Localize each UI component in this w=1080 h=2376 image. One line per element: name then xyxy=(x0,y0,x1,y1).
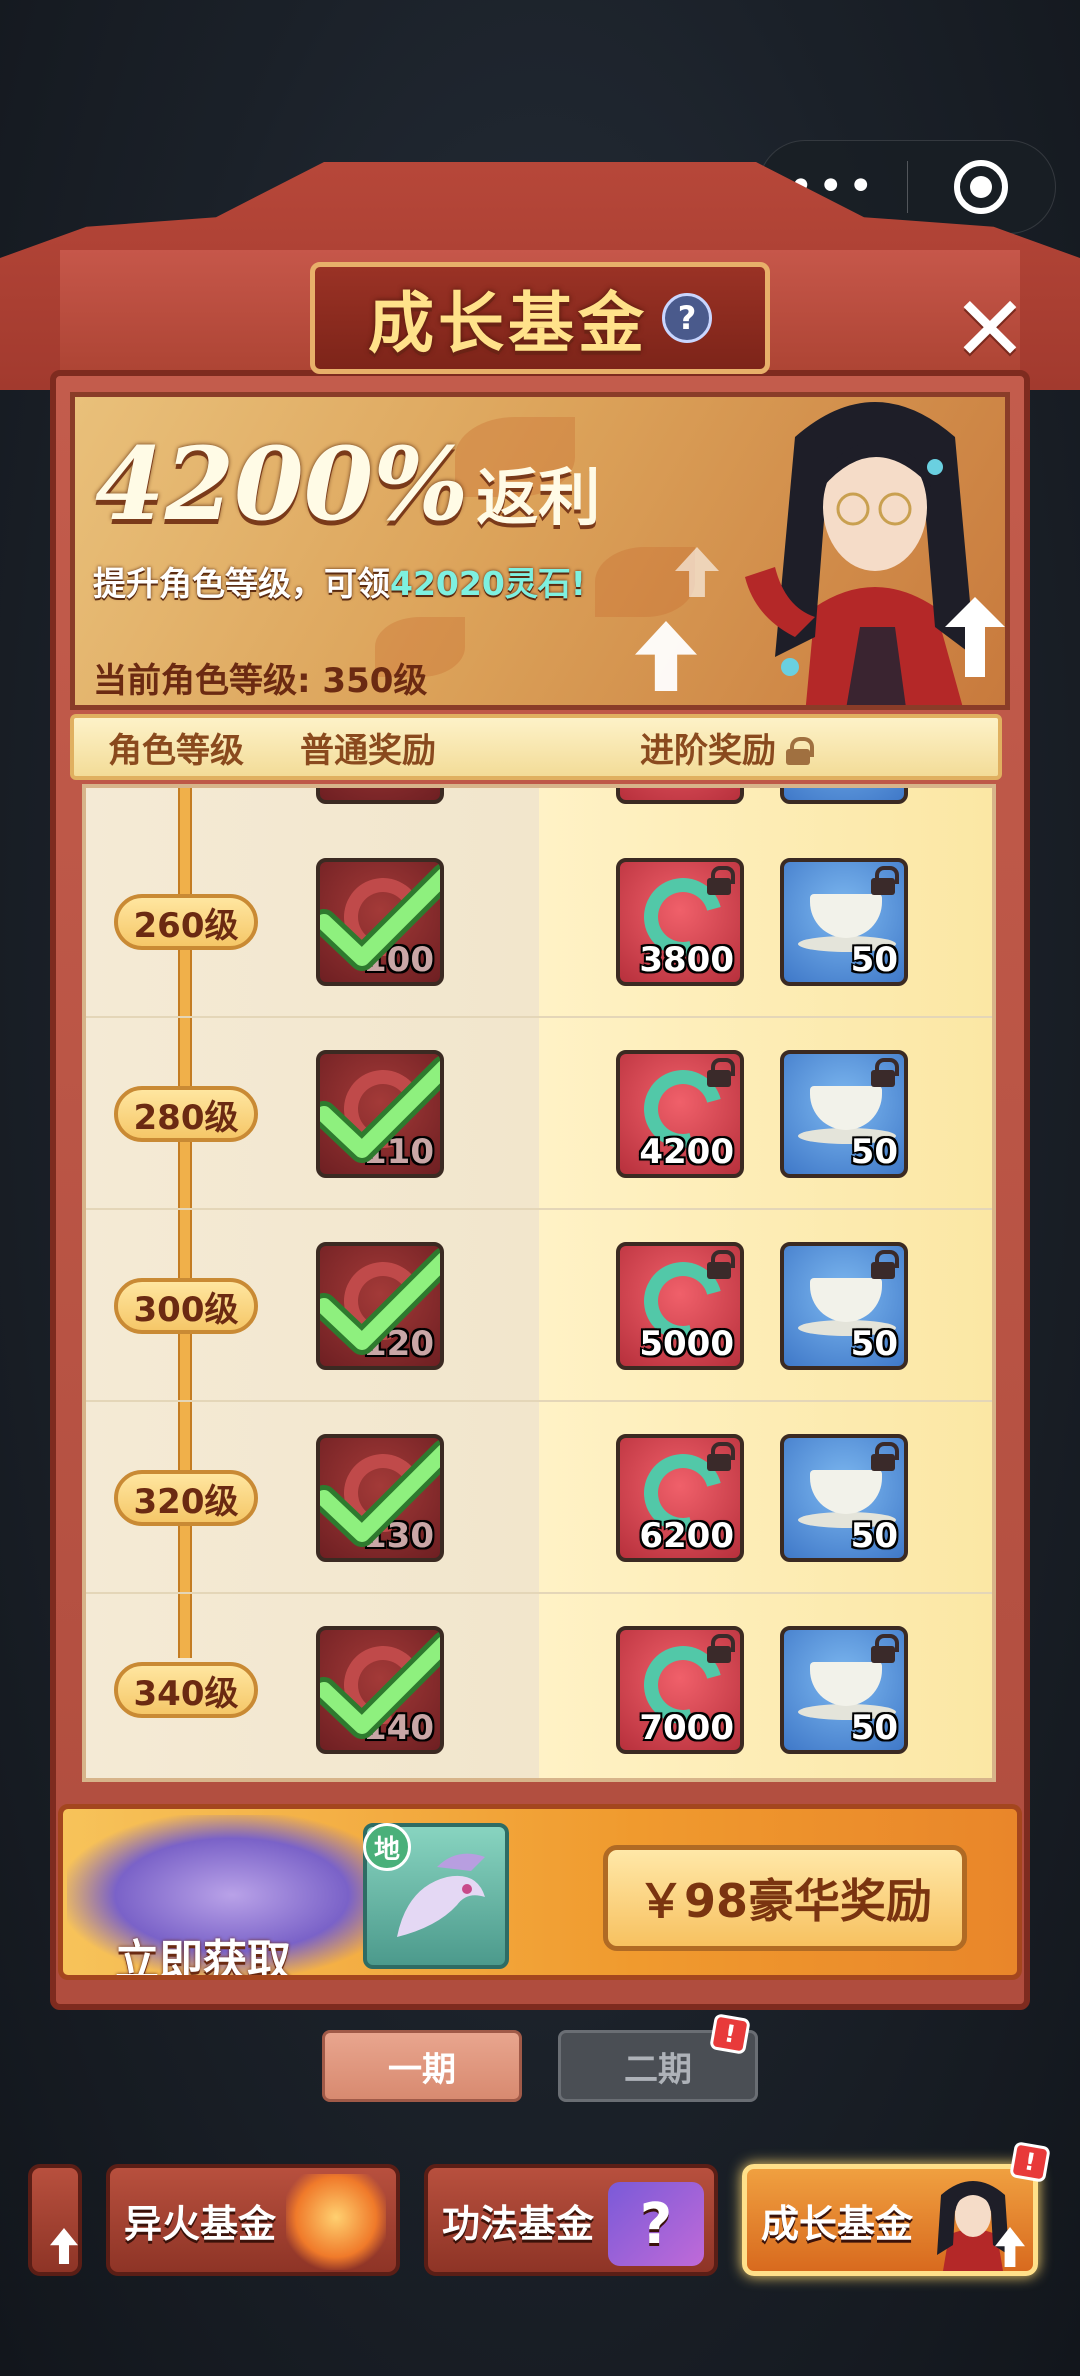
rebate-number: 4200% xyxy=(95,425,469,543)
promo-prefix: 提升角色等级，可领 xyxy=(93,564,390,603)
promo-text: 提升角色等级，可领42020灵石! xyxy=(93,557,586,605)
lock-icon xyxy=(868,1442,899,1472)
lock-icon xyxy=(784,736,814,765)
current-level: 当前角色等级: 350级 xyxy=(93,661,428,701)
normal-reward-item[interactable]: 100 xyxy=(316,858,444,986)
lock-icon xyxy=(704,1442,735,1472)
advanced-stone-item[interactable]: 3800 xyxy=(616,858,744,986)
rebate-text: 返利 xyxy=(476,461,601,534)
level-badge: 320级 xyxy=(114,1470,258,1526)
check-icon xyxy=(320,864,440,971)
level-badge: 340级 xyxy=(114,1662,258,1718)
advanced-tea-item[interactable]: 50 xyxy=(780,1242,908,1370)
teacup-icon xyxy=(810,1470,882,1514)
column-header: 角色等级 普通奖励 进阶奖励 xyxy=(70,714,1002,780)
table-row: 320级 130 6200 50 xyxy=(86,1402,992,1594)
level-badge: 280级 xyxy=(114,1086,258,1142)
lock-icon xyxy=(868,1058,899,1088)
tea-amount: 50 xyxy=(850,1708,898,1748)
purchase-bar: 立即获取 地 ￥98豪华奖励 xyxy=(58,1804,1022,1980)
pet-reward-card[interactable]: 地 xyxy=(363,1823,509,1969)
advanced-tea-item[interactable]: 50 xyxy=(780,1626,908,1754)
normal-reward-item[interactable]: 120 xyxy=(316,1242,444,1370)
notification-badge: ! xyxy=(1009,2141,1051,2183)
advanced-stone-item[interactable]: 4200 xyxy=(616,1050,744,1178)
lock-icon xyxy=(868,1250,899,1280)
check-icon xyxy=(320,1632,440,1739)
arrow-up-icon xyxy=(635,621,697,691)
check-icon xyxy=(320,1248,440,1355)
reward-list[interactable]: 260级 100 3800 50 280级 110 4200 50 300级 1… xyxy=(82,784,996,1782)
lock-icon xyxy=(868,1634,899,1664)
page-title: 成长基金 xyxy=(368,284,648,362)
stone-amount: 7000 xyxy=(639,1708,734,1748)
normal-reward-item[interactable]: 110 xyxy=(316,1050,444,1178)
advanced-tea-item[interactable]: 50 xyxy=(780,1050,908,1178)
promo-banner: 4200% 返利 提升角色等级，可领42020灵石! 当前角色等级: 350级 xyxy=(70,392,1010,710)
promo-highlight: 42020灵石! xyxy=(390,564,586,603)
tea-amount: 50 xyxy=(850,1132,898,1172)
table-row: 340级 140 7000 50 xyxy=(86,1594,992,1778)
scroll-question-icon: ? xyxy=(608,2182,704,2266)
tab-growth-fund[interactable]: 成长基金 xyxy=(742,2164,1038,2276)
tea-amount: 50 xyxy=(850,1516,898,1556)
arrow-up-icon xyxy=(50,2228,78,2264)
level-badge: 260级 xyxy=(114,894,258,950)
lock-icon xyxy=(868,866,899,896)
teacup-icon xyxy=(810,894,882,938)
advanced-stone-item[interactable]: 7000 xyxy=(616,1626,744,1754)
stone-amount: 4200 xyxy=(639,1132,734,1172)
tab-gongfa-label: 功法基金 xyxy=(442,2201,595,2246)
check-icon xyxy=(320,1440,440,1547)
dragon-pet-icon xyxy=(397,1853,485,1937)
stone-amount: 3800 xyxy=(639,940,734,980)
column-level: 角色等级 xyxy=(108,730,244,771)
teacup-icon xyxy=(810,1086,882,1130)
title-plate: 成长基金 ? xyxy=(310,262,770,374)
level-badge: 300级 xyxy=(114,1278,258,1334)
tea-amount: 50 xyxy=(850,1324,898,1364)
table-row: 280级 110 4200 50 xyxy=(86,1018,992,1210)
notification-badge: ! xyxy=(709,2013,751,2055)
tea-amount: 50 xyxy=(850,940,898,980)
close-icon[interactable]: ✕ xyxy=(950,285,1030,375)
get-now-label[interactable]: 立即获取 xyxy=(115,1925,291,1975)
advanced-tea-item[interactable]: 50 xyxy=(780,1434,908,1562)
tab-partial-left[interactable] xyxy=(28,2164,82,2276)
teacup-icon xyxy=(810,1662,882,1706)
rebate-headline: 4200% 返利 xyxy=(95,425,600,543)
lock-icon xyxy=(704,866,735,896)
tab-period-1[interactable]: 一期 xyxy=(322,2030,522,2102)
table-row: 300级 120 5000 50 xyxy=(86,1210,992,1402)
teacup-icon xyxy=(810,1278,882,1322)
stone-amount: 6200 xyxy=(639,1516,734,1556)
target-icon[interactable] xyxy=(908,160,1056,214)
column-advanced: 进阶奖励 xyxy=(640,730,776,771)
lock-icon xyxy=(704,1058,735,1088)
tab-yihuo-label: 异火基金 xyxy=(124,2201,277,2246)
lock-icon xyxy=(704,1250,735,1280)
tab-growth-label: 成长基金 xyxy=(761,2201,914,2246)
normal-reward-item[interactable]: 130 xyxy=(316,1434,444,1562)
advanced-stone-item[interactable]: 5000 xyxy=(616,1242,744,1370)
buy-deluxe-button[interactable]: ￥98豪华奖励 xyxy=(603,1845,967,1951)
tab-gongfa-fund[interactable]: ? 功法基金 xyxy=(424,2164,718,2276)
advanced-stone-item[interactable]: 6200 xyxy=(616,1434,744,1562)
check-icon xyxy=(320,1056,440,1163)
column-normal: 普通奖励 xyxy=(300,730,436,771)
table-row: 260级 100 3800 50 xyxy=(86,826,992,1018)
lock-icon xyxy=(704,1634,735,1664)
stone-amount: 5000 xyxy=(639,1324,734,1364)
help-icon[interactable]: ? xyxy=(662,293,712,343)
character-illustration xyxy=(745,402,1005,705)
normal-reward-item[interactable]: 140 xyxy=(316,1626,444,1754)
fire-spirit-icon xyxy=(286,2174,386,2270)
advanced-tea-item[interactable]: 50 xyxy=(780,858,908,986)
tab-yihuo-fund[interactable]: 异火基金 xyxy=(106,2164,400,2276)
column-advanced-wrap: 进阶奖励 xyxy=(640,723,814,772)
